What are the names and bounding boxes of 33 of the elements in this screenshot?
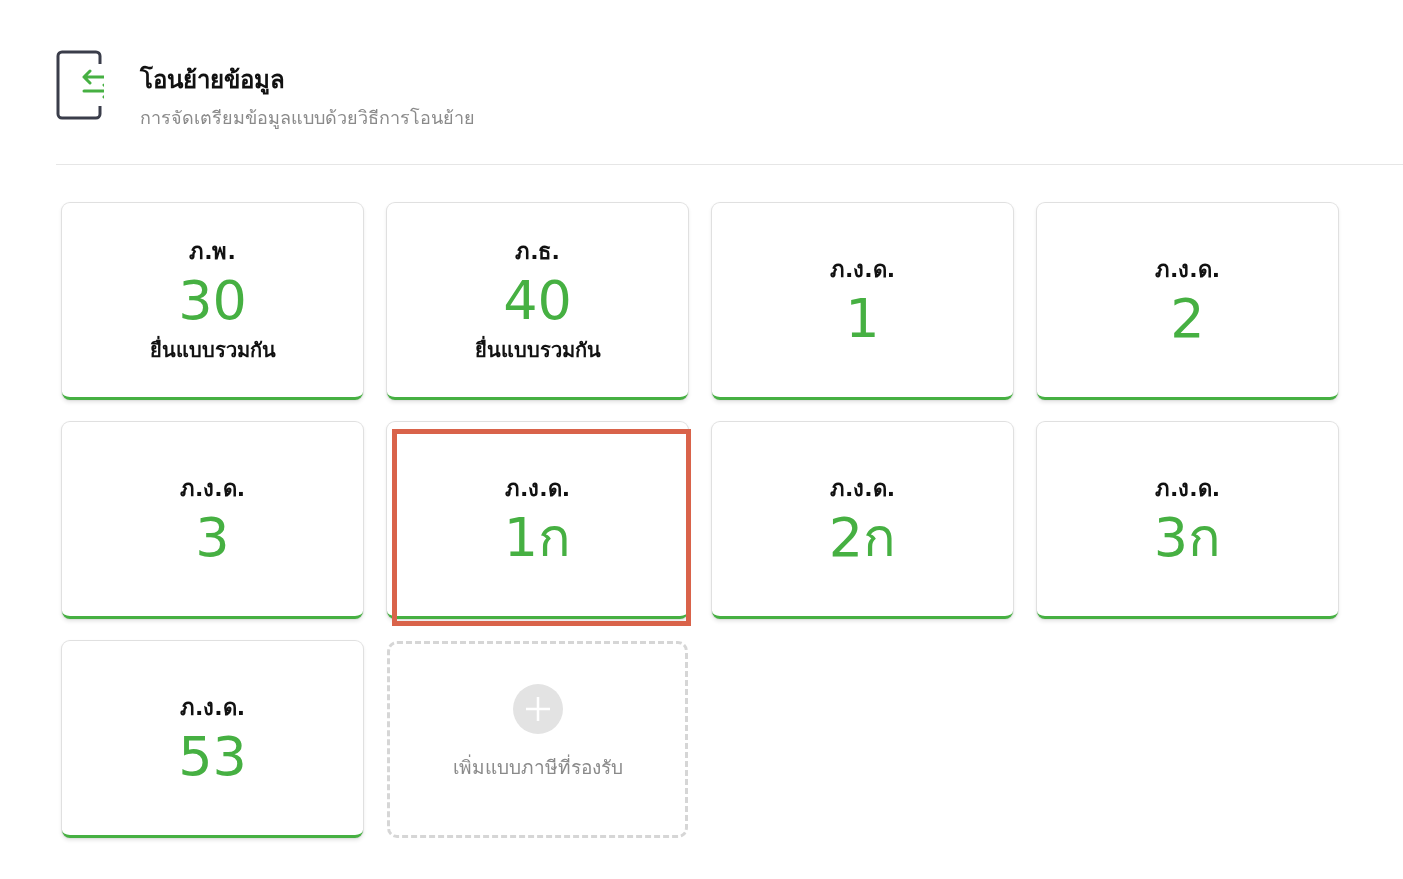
tax-form-card[interactable]: ภ.ง.ด. 3ก [1037,422,1338,619]
tax-form-card[interactable]: ภ.ง.ด. 3 [62,422,363,619]
page-subtitle: การจัดเตรียมข้อมูลแบบด้วยวิธีการโอนย้าย [140,106,475,131]
form-number: 40 [503,273,572,330]
form-number: 3 [195,510,230,567]
form-name: ภ.ง.ด. [504,475,571,504]
form-name: ภ.ง.ด. [179,694,246,723]
page-title: โอนย้ายข้อมูล [140,64,286,97]
form-number: 2 [1170,291,1205,348]
form-number: 30 [178,273,247,330]
form-note: ยื่นแบบรวมกัน [149,335,276,364]
form-name: ภ.พ. [189,238,236,267]
tax-form-card[interactable]: ภ.พ. 30 ยื่นแบบรวมกัน [62,203,363,400]
form-note: ยื่นแบบรวมกัน [474,335,601,364]
form-number: 2ก [828,510,897,567]
tax-form-card[interactable]: ภ.ธ. 40 ยื่นแบบรวมกัน [387,203,688,400]
form-name: ภ.ง.ด. [1154,256,1221,285]
form-name: ภ.ง.ด. [829,475,896,504]
form-name: ภ.ง.ด. [1154,475,1221,504]
tax-form-card[interactable]: ภ.ง.ด. 2 [1037,203,1338,400]
tax-form-card[interactable]: ภ.ง.ด. 1 [712,203,1013,400]
form-number: 1 [845,291,880,348]
form-name: ภ.ง.ด. [829,256,896,285]
form-number: 53 [178,729,247,786]
form-number: 1ก [503,510,572,567]
tax-form-card[interactable]: ภ.ง.ด. 2ก [712,422,1013,619]
form-number: 3ก [1153,510,1222,567]
plus-icon [512,683,563,734]
transfer-icon [56,50,104,120]
form-name: ภ.ง.ด. [179,475,246,504]
form-name: ภ.ธ. [515,238,560,267]
tax-form-card[interactable]: ภ.ง.ด. 53 [62,641,363,838]
add-form-button[interactable]: เพิ่มแบบภาษีที่รองรับ [387,641,688,838]
